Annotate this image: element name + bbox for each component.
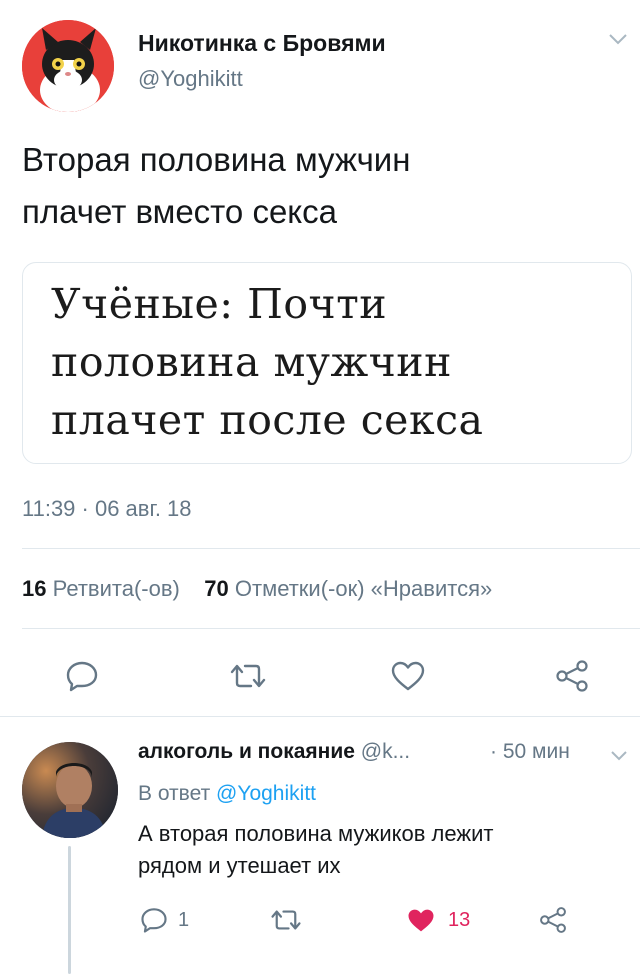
thread-line [68,846,71,974]
quote-line: половина мужчин [51,338,452,386]
reply-time[interactable]: · 50 мин [490,740,570,764]
tweet-text: Вторая половина мужчин плачет вместо сек… [22,134,622,238]
quote-line: Учёные: Почти [51,280,388,328]
likes-label[interactable]: Отметки(-ок) «Нравится» [235,576,492,601]
quote-text: Учёные: Почти половина мужчин плачет пос… [51,275,483,449]
tweet-text-line: плачет вместо секса [22,193,337,230]
cat-avatar-image [22,20,114,112]
retweet-icon [230,664,266,688]
reply-reply-button[interactable]: 1 [140,904,189,936]
reply-retweet-button[interactable] [268,904,304,936]
like-button[interactable] [388,656,428,696]
in-reply-handle[interactable]: @Yoghikitt [216,782,316,805]
retweet-button[interactable] [228,656,268,696]
in-reply-prefix: В ответ [138,782,217,805]
share-button[interactable] [552,656,592,696]
author-avatar[interactable] [22,20,114,112]
reply-icon [66,661,98,692]
reply-like-button[interactable]: 13 [406,904,470,936]
share-icon [540,907,566,933]
reply-author-avatar[interactable] [22,742,118,838]
retweet-icon [271,910,301,930]
author-handle[interactable]: @Yoghikitt [138,66,243,92]
reply-author-handle[interactable]: @k... [361,740,410,763]
reply-text: А вторая половина мужиков лежит рядом и … [138,818,628,882]
chevron-down-icon[interactable] [610,750,628,762]
tweet-timestamp[interactable]: 11:39 · 06 авг. 18 [22,496,192,522]
retweets-label[interactable]: Ретвита(-ов) [53,576,180,601]
tweet-text-line: Вторая половина мужчин [22,141,411,178]
reply-text-line: рядом и утешает их [138,853,341,878]
in-reply-to: В ответ @Yoghikitt [138,782,316,806]
reply-count: 1 [178,908,190,931]
person-avatar-image [22,742,118,838]
divider [22,628,640,629]
reply-header: алкоголь и покаяние @k... [138,740,410,764]
chevron-down-icon[interactable] [608,32,628,46]
quote-card[interactable]: Учёные: Почти половина мужчин плачет пос… [22,262,632,464]
tweet-stats: 16 Ретвита(-ов) 70 Отметки(-ок) «Нравитс… [22,576,492,602]
share-icon [556,660,588,692]
reply-icon [141,908,167,933]
reply-text-line: А вторая половина мужиков лежит [138,821,494,846]
like-icon [391,661,425,691]
retweets-count[interactable]: 16 [22,576,46,601]
reply-like-count: 13 [448,908,471,931]
quote-line: плачет после секса [51,396,484,444]
likes-count[interactable]: 70 [204,576,228,601]
reply-author-name[interactable]: алкоголь и покаяние [138,740,355,763]
like-icon [408,909,434,931]
divider [0,716,640,717]
author-name[interactable]: Никотинка с Бровями [138,30,386,57]
reply-share-button[interactable] [536,904,570,936]
divider [22,548,640,549]
reply-button[interactable] [62,656,102,696]
